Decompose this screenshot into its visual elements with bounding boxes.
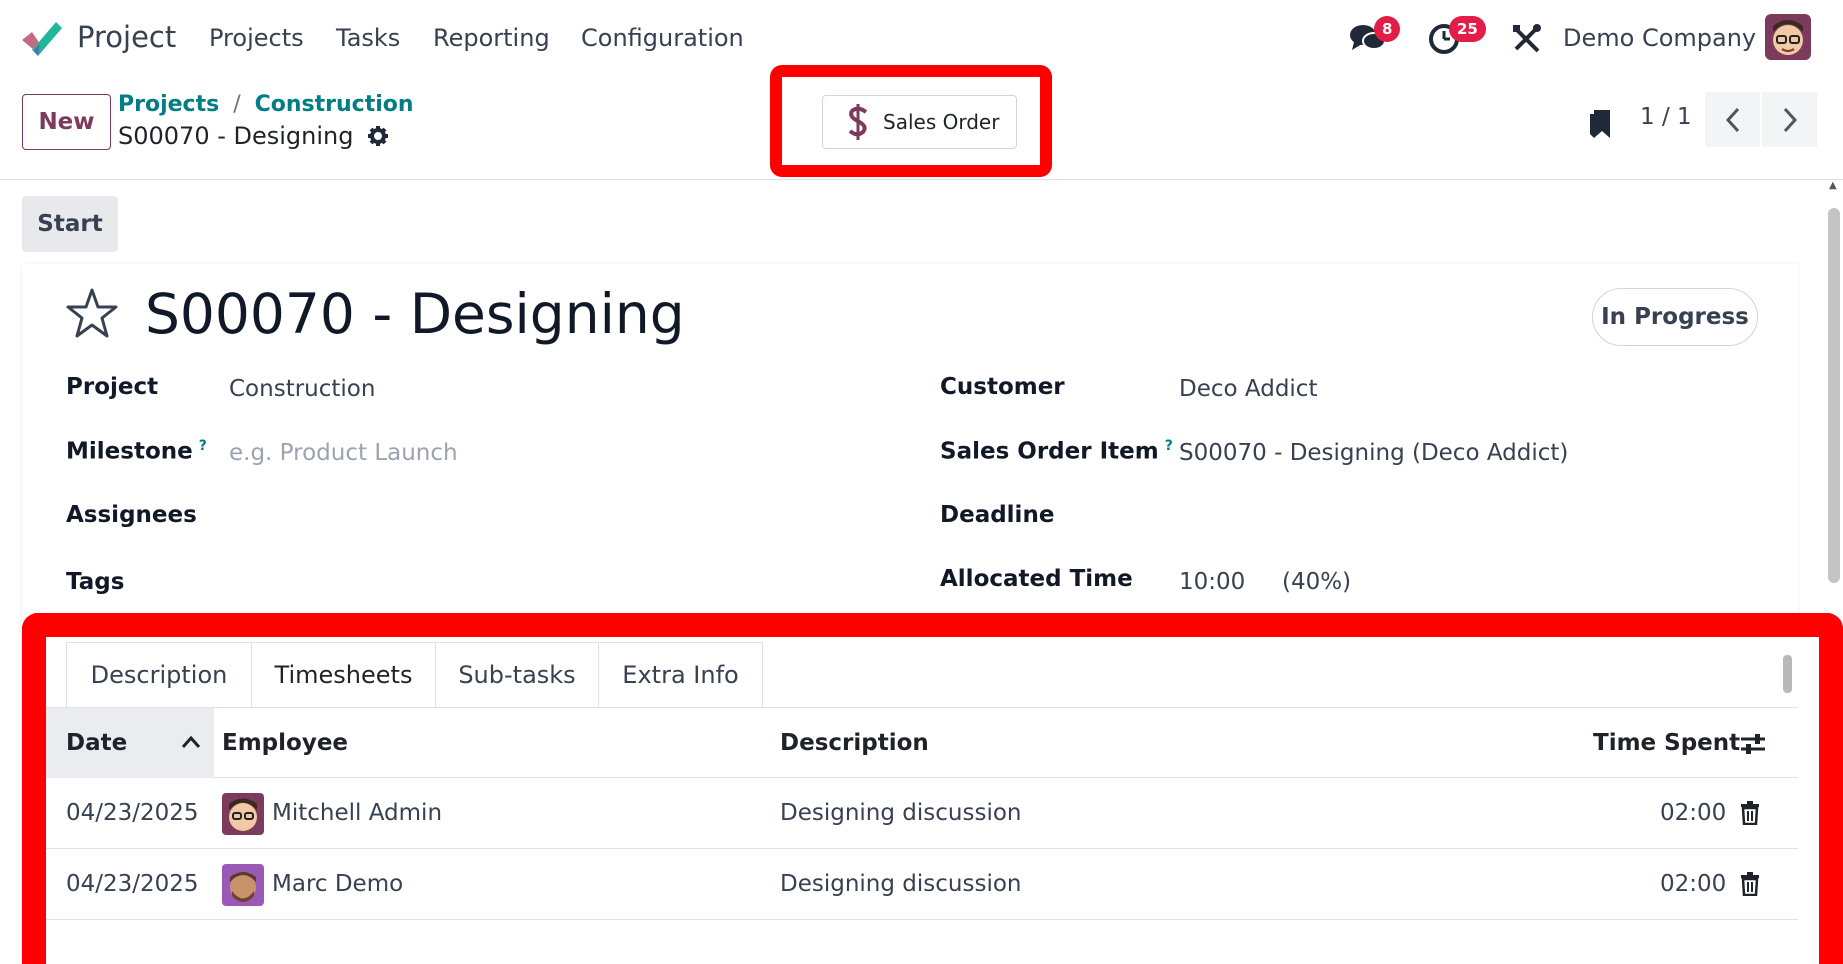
assignees-label: Assignees [66, 502, 197, 528]
row-time-spent[interactable]: 02:00 [1660, 778, 1726, 849]
breadcrumb-current: S00070 - Designing [118, 122, 389, 150]
sort-ascending-icon[interactable] [181, 735, 201, 749]
row-employee[interactable]: Marc Demo [222, 849, 403, 920]
star-icon[interactable] [64, 286, 120, 342]
scroll-up-icon[interactable]: ▲ [1829, 180, 1837, 191]
pager-value[interactable]: 1 / 1 [1640, 104, 1692, 130]
menu-tasks[interactable]: Tasks [336, 24, 400, 52]
user-avatar[interactable] [1765, 14, 1811, 60]
customer-field[interactable]: Deco Addict [1179, 376, 1317, 402]
menu-reporting[interactable]: Reporting [433, 24, 550, 52]
table-row[interactable]: 04/23/2025 Marc Demo Designing discussio… [46, 849, 1798, 920]
table-row[interactable]: 04/23/2025 Mitchell Admin Designing disc… [46, 778, 1798, 849]
pager-next-button[interactable] [1762, 92, 1817, 147]
customer-label: Customer [940, 374, 1065, 400]
sales-order-smart-button[interactable]: Sales Order [822, 95, 1017, 149]
breadcrumb-construction[interactable]: Construction [255, 92, 414, 117]
breadcrumb-projects[interactable]: Projects [118, 92, 219, 117]
dollar-icon [848, 104, 868, 140]
milestone-field[interactable]: e.g. Product Launch [229, 440, 458, 466]
sliders-icon[interactable] [1740, 732, 1766, 756]
tab-sub-tasks[interactable]: Sub-tasks [435, 642, 598, 708]
avatar [222, 863, 264, 906]
employee-name: Marc Demo [272, 871, 404, 897]
record-title[interactable]: S00070 - Designing [145, 282, 685, 346]
page-scrollbar[interactable] [1828, 208, 1840, 583]
row-employee[interactable]: Mitchell Admin [222, 778, 442, 849]
tab-timesheets[interactable]: Timesheets [251, 642, 435, 708]
column-date[interactable]: Date [66, 708, 127, 778]
chevron-left-icon [1725, 107, 1739, 132]
activities-badge: 25 [1449, 16, 1486, 42]
app-name[interactable]: Project [77, 20, 176, 54]
project-field[interactable]: Construction [229, 376, 375, 402]
menu-configuration[interactable]: Configuration [581, 24, 744, 52]
trash-icon[interactable] [1740, 801, 1760, 825]
tools-icon[interactable] [1507, 18, 1547, 58]
milestone-label: Milestone? [66, 438, 207, 465]
breadcrumb-separator: / [233, 92, 241, 117]
sales-order-item-label: Sales Order Item? [940, 438, 1173, 465]
bookmark-icon[interactable] [1588, 106, 1612, 140]
tab-extra-info[interactable]: Extra Info [598, 642, 763, 708]
chevron-right-icon [1783, 107, 1797, 132]
tab-description[interactable]: Description [66, 642, 251, 708]
pager-previous-button[interactable] [1705, 92, 1760, 147]
stage-status-button[interactable]: In Progress [1592, 288, 1758, 346]
row-date[interactable]: 04/23/2025 [66, 778, 199, 849]
timesheet-table-header: Date Employee Description Time Spent [46, 708, 1798, 778]
notebook-scrollbar[interactable] [1783, 655, 1792, 693]
allocated-time-field[interactable]: 10:00 [1179, 569, 1245, 595]
column-description[interactable]: Description [780, 708, 929, 778]
breadcrumb: Projects / Construction [118, 92, 414, 117]
start-button[interactable]: Start [22, 196, 118, 252]
column-employee[interactable]: Employee [222, 708, 348, 778]
row-time-spent[interactable]: 02:00 [1660, 849, 1726, 920]
gear-icon[interactable] [367, 125, 389, 147]
trash-icon[interactable] [1740, 872, 1760, 896]
notebook-tabs: Description Timesheets Sub-tasks Extra I… [66, 642, 763, 708]
deadline-label: Deadline [940, 502, 1055, 528]
row-description[interactable]: Designing discussion [780, 849, 1022, 920]
current-record-name: S00070 - Designing [118, 122, 354, 150]
tags-label: Tags [66, 569, 125, 595]
row-date[interactable]: 04/23/2025 [66, 849, 199, 920]
app-logo-icon[interactable] [20, 18, 62, 58]
allocated-time-percent: (40%) [1282, 569, 1352, 595]
milestone-help-icon[interactable]: ? [199, 438, 207, 454]
employee-name: Mitchell Admin [272, 800, 443, 826]
menu-projects[interactable]: Projects [209, 24, 304, 52]
sales-order-item-field[interactable]: S00070 - Designing (Deco Addict) [1179, 440, 1568, 466]
company-switcher[interactable]: Demo Company [1563, 24, 1756, 52]
row-description[interactable]: Designing discussion [780, 778, 1022, 849]
column-time-spent[interactable]: Time Spent [1593, 708, 1740, 778]
project-label: Project [66, 374, 159, 400]
sales-order-item-help-icon[interactable]: ? [1165, 438, 1173, 454]
messages-badge: 8 [1374, 16, 1401, 42]
sales-order-label: Sales Order [883, 110, 1000, 134]
new-button[interactable]: New [22, 94, 111, 150]
allocated-time-label: Allocated Time [940, 566, 1133, 592]
avatar [222, 792, 264, 835]
